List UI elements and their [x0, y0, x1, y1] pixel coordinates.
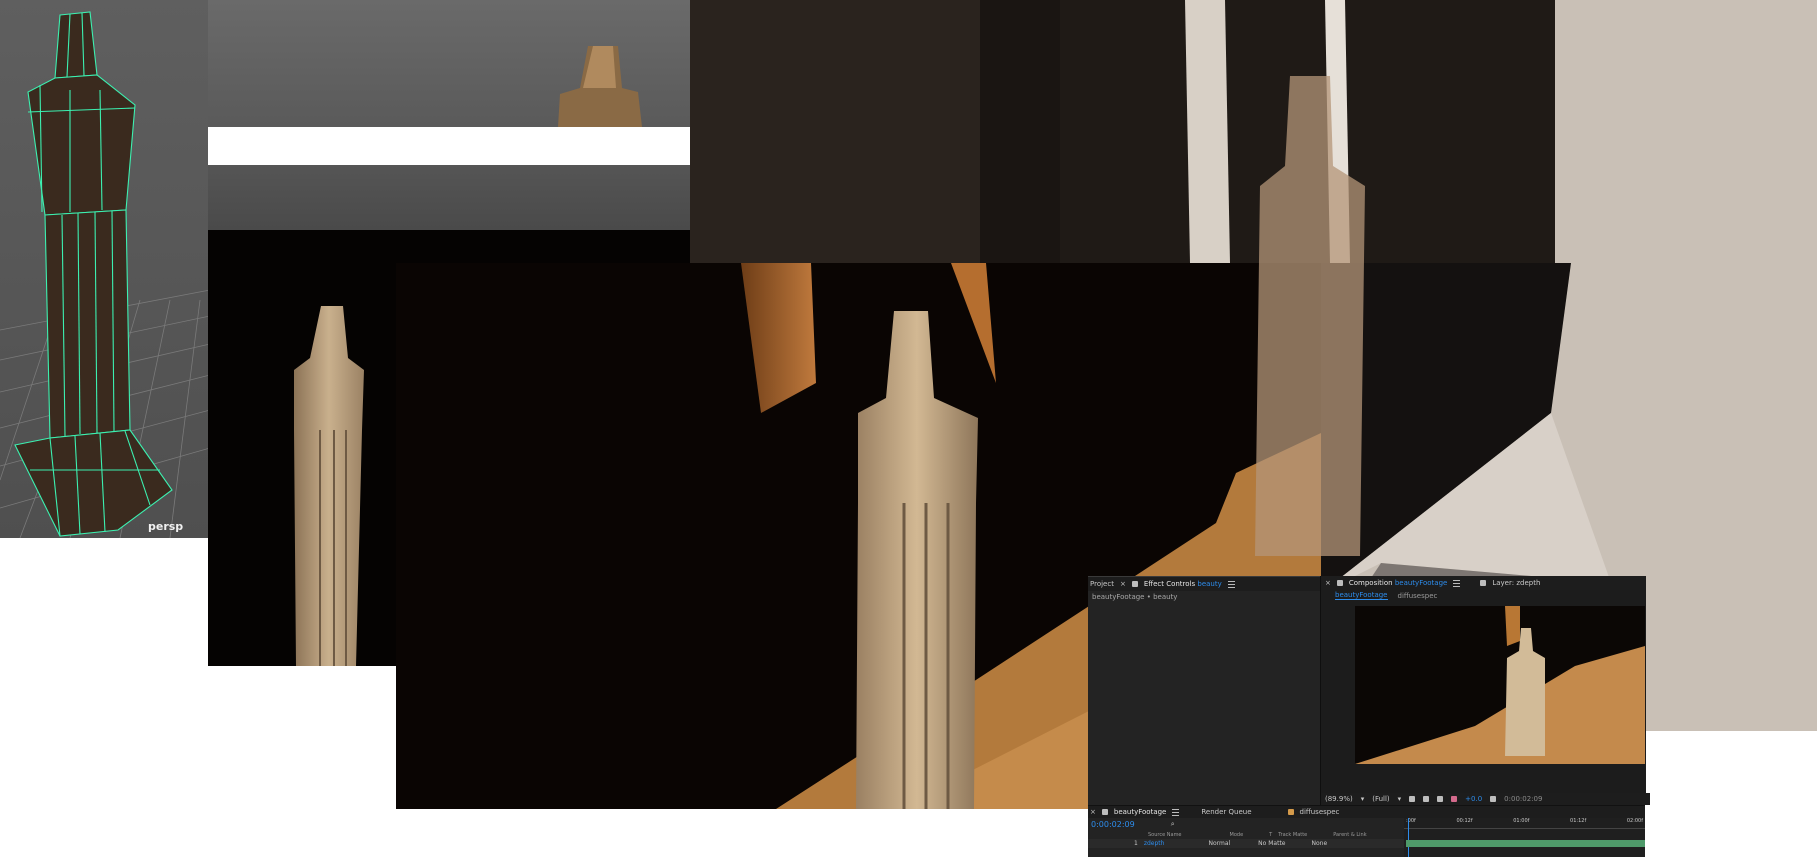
- col-track-matte: Track Matte: [1278, 831, 1308, 838]
- ruler-mark: 01:00f: [1513, 818, 1530, 824]
- comp-viewer[interactable]: [1355, 606, 1645, 764]
- tower-ghost: [1255, 76, 1365, 556]
- layer-tab-label: Layer:: [1492, 579, 1515, 587]
- current-time[interactable]: 0:00:02:09: [1091, 820, 1135, 829]
- composition-tab[interactable]: Composition beautyFootage: [1349, 579, 1447, 587]
- maya-viewport[interactable]: persp: [0, 0, 210, 538]
- subtab-beautyfootage[interactable]: beautyFootage: [1335, 591, 1388, 600]
- white-strip: [208, 127, 690, 165]
- chevron-down-icon: ▾: [1360, 795, 1365, 803]
- timeline-panel[interactable]: × beautyFootage Render Queue diffusespec…: [1088, 805, 1645, 857]
- render-preview-3: [690, 0, 1817, 263]
- comp-viewer-render: [1355, 606, 1645, 764]
- search-icon[interactable]: ⌕: [1171, 820, 1175, 829]
- effect-panel-tabbar: Project × Effect Controls beauty: [1088, 577, 1320, 591]
- layer-mode[interactable]: Normal: [1208, 840, 1230, 847]
- panel-menu-icon[interactable]: [1453, 579, 1461, 587]
- project-tab-close-icon[interactable]: ×: [1120, 580, 1126, 588]
- time-ruler[interactable]: :00f 00:12f 01:00f 01:12f 02:00f: [1404, 818, 1645, 829]
- col-source-name: Source Name: [1148, 831, 1182, 838]
- effect-controls-label: Effect Controls: [1143, 580, 1196, 588]
- layer-index: 1: [1134, 840, 1138, 847]
- comp-subtabs: beautyFootage diffusespec: [1321, 590, 1646, 601]
- col-t: T: [1269, 831, 1273, 838]
- playhead[interactable]: [1408, 818, 1409, 857]
- timeline-tabbar: × beautyFootage Render Queue diffusespec: [1088, 806, 1645, 818]
- comp-icon: [1101, 809, 1108, 815]
- layer-track-matte[interactable]: No Matte: [1258, 840, 1285, 847]
- region-icon[interactable]: [1409, 796, 1416, 802]
- viewport-scene: [0, 11, 210, 538]
- composition-tab-label: Composition: [1348, 579, 1393, 587]
- resolution-select[interactable]: (Full): [1372, 795, 1389, 803]
- timeline-tab-render-queue[interactable]: Render Queue: [1201, 808, 1251, 816]
- layer-parent[interactable]: None: [1312, 840, 1328, 847]
- timeline-close-icon[interactable]: ×: [1090, 808, 1096, 816]
- effect-controls-layer: beauty: [1197, 580, 1222, 588]
- layer-tab[interactable]: Layer: zdepth: [1492, 579, 1540, 587]
- effect-breadcrumb: beautyFootage • beauty: [1092, 593, 1178, 601]
- composition-panel[interactable]: × Composition beautyFootage Layer: zdept…: [1320, 576, 1650, 805]
- panel-menu-icon[interactable]: [1172, 808, 1180, 816]
- lock-icon[interactable]: [1131, 581, 1138, 587]
- toolbar-strip: [208, 165, 690, 231]
- viewport-strip: [208, 0, 690, 127]
- zoom-select[interactable]: (89.9%): [1325, 795, 1353, 803]
- room-render-top: [690, 0, 1817, 263]
- comp-tabbar: × Composition beautyFootage Layer: zdept…: [1321, 576, 1646, 590]
- tower-model: [14, 11, 173, 537]
- ruler-mark: 01:12f: [1570, 818, 1587, 824]
- timeline-tab-diffusespec[interactable]: diffusespec: [1300, 808, 1340, 816]
- camera-label: persp: [148, 520, 184, 533]
- layer-icon: [1480, 580, 1487, 586]
- tower-top-thumbnail: [558, 46, 642, 127]
- lock-icon[interactable]: [1336, 580, 1343, 586]
- panel-menu-icon[interactable]: [1227, 580, 1235, 588]
- comp-footer: (89.9%) ▾ (Full) ▾ +0.0 0:00:02:09: [1321, 793, 1650, 805]
- camera-icon[interactable]: [1490, 796, 1497, 802]
- comp-tab-close-icon[interactable]: ×: [1325, 579, 1331, 587]
- comp-icon: [1287, 809, 1294, 815]
- exposure-value[interactable]: +0.0: [1465, 795, 1482, 803]
- subtab-diffusespec[interactable]: diffusespec: [1398, 592, 1438, 600]
- ruler-mark: 00:12f: [1456, 818, 1473, 824]
- col-mode: Mode: [1229, 831, 1244, 838]
- transparency-grid-icon[interactable]: [1423, 796, 1430, 802]
- color-icon[interactable]: [1451, 796, 1458, 802]
- effect-controls-panel[interactable]: Project × Effect Controls beauty beautyF…: [1088, 576, 1320, 806]
- layer-duration-bar[interactable]: [1406, 840, 1645, 847]
- comp-timecode[interactable]: 0:00:02:09: [1504, 795, 1542, 803]
- layer-tab-value: zdepth: [1516, 579, 1541, 587]
- timeline-track-area[interactable]: :00f 00:12f 01:00f 01:12f 02:00f: [1404, 818, 1645, 857]
- composition-tab-name: beautyFootage: [1394, 579, 1448, 587]
- timeline-tab-beautyfootage[interactable]: beautyFootage: [1114, 808, 1167, 816]
- ruler-mark: 02:00f: [1626, 818, 1643, 824]
- mask-icon[interactable]: [1437, 796, 1444, 802]
- effect-controls-tab[interactable]: Effect Controls beauty: [1144, 580, 1222, 588]
- chevron-down-icon: ▾: [1397, 795, 1402, 803]
- col-parent: Parent & Link: [1333, 831, 1367, 838]
- layer-name[interactable]: zdepth: [1144, 840, 1165, 847]
- project-tab[interactable]: Project: [1090, 580, 1114, 588]
